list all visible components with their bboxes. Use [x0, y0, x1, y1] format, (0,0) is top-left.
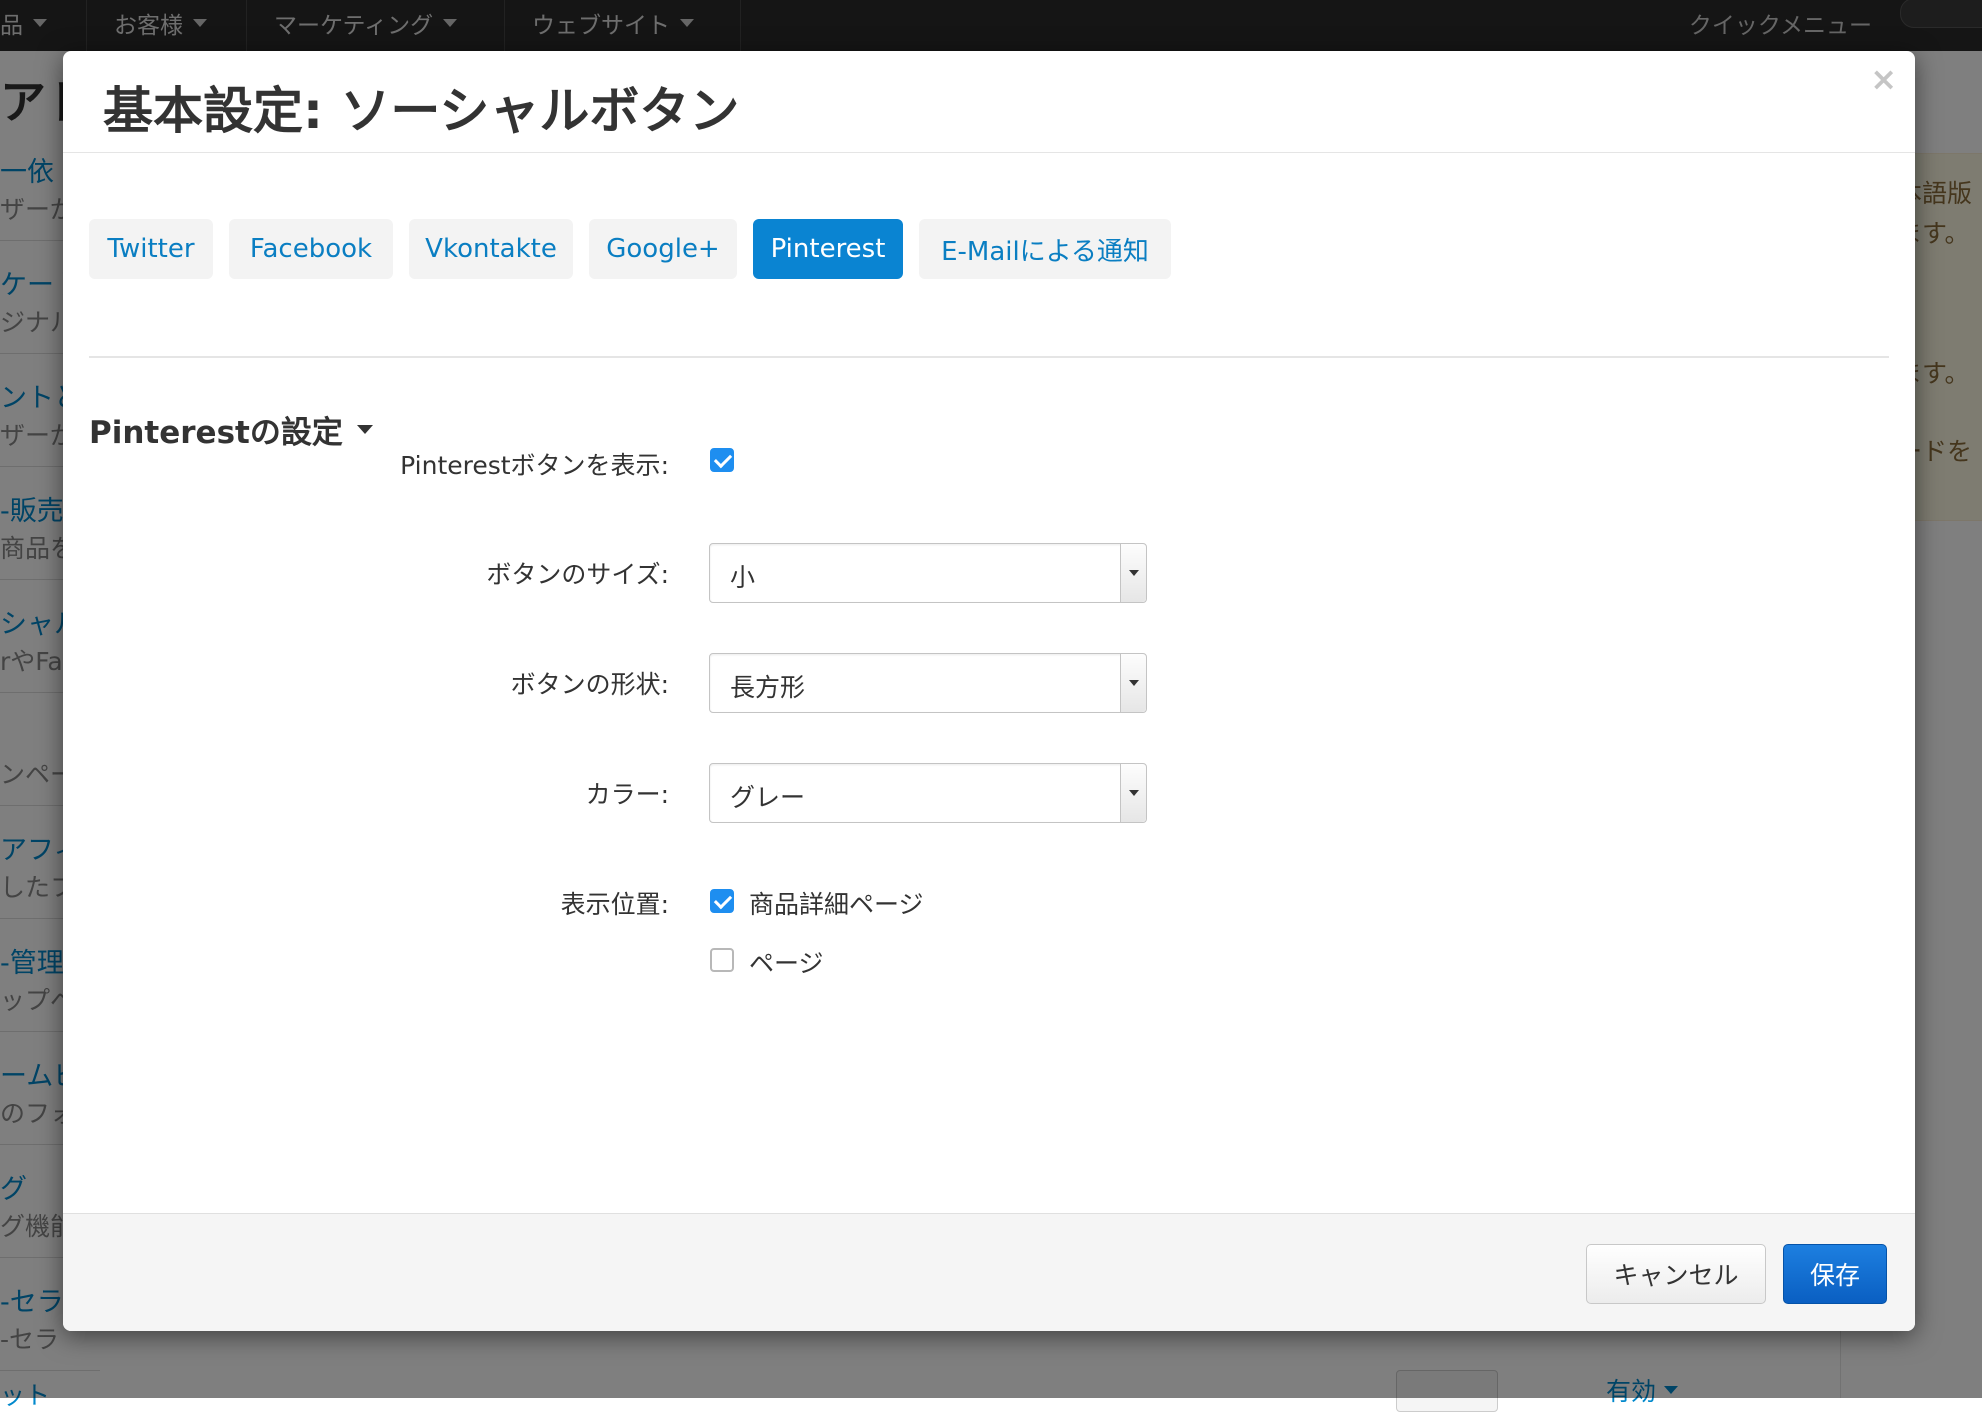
display-position-label: 表示位置: [560, 890, 669, 919]
tab-google-plus[interactable]: Google+ [589, 219, 737, 279]
section-title: Pinterestの設定 [89, 415, 343, 451]
tab-email-notification[interactable]: E-Mailによる通知 [919, 219, 1171, 279]
show-pinterest-button-label: Pinterestボタンを表示: [400, 451, 669, 480]
select-arrow-icon [1120, 544, 1146, 602]
modal-footer: キャンセル 保存 [63, 1213, 1915, 1331]
select-arrow-icon [1120, 654, 1146, 712]
button-size-label: ボタンのサイズ: [486, 560, 669, 589]
save-button[interactable]: 保存 [1783, 1244, 1887, 1304]
tab-vkontakte[interactable]: Vkontakte [409, 219, 573, 279]
show-pinterest-button-checkbox[interactable] [710, 448, 734, 472]
close-icon[interactable]: × [1870, 63, 1897, 95]
button-shape-select[interactable]: 長方形 [709, 653, 1147, 713]
cancel-button[interactable]: キャンセル [1586, 1244, 1766, 1304]
button-shape-value: 長方形 [730, 673, 806, 702]
modal-header: 基本設定: ソーシャルボタン × [63, 51, 1915, 153]
social-buttons-settings-dialog: 基本設定: ソーシャルボタン × Twitter Facebook Vkonta… [63, 51, 1915, 1331]
position-product-detail-checkbox[interactable] [710, 889, 734, 913]
select-arrow-icon [1120, 764, 1146, 822]
button-shape-label: ボタンの形状: [510, 670, 669, 699]
color-value: グレー [730, 783, 806, 812]
tab-pinterest[interactable]: Pinterest [753, 219, 903, 279]
button-size-value: 小 [730, 563, 756, 592]
position-page-checkbox[interactable] [710, 948, 734, 972]
tab-facebook[interactable]: Facebook [229, 219, 393, 279]
pinterest-settings-section-toggle[interactable]: Pinterestの設定 [89, 407, 373, 452]
color-select[interactable]: グレー [709, 763, 1147, 823]
tab-twitter[interactable]: Twitter [89, 219, 213, 279]
caret-down-icon [356, 425, 373, 434]
position-product-detail-label[interactable]: 商品詳細ページ [749, 885, 924, 921]
modal-title: 基本設定: ソーシャルボタン [103, 82, 740, 140]
position-page-label[interactable]: ページ [749, 944, 824, 980]
button-size-select[interactable]: 小 [709, 543, 1147, 603]
color-label: カラー: [585, 780, 669, 809]
social-network-tabs: Twitter Facebook Vkontakte Google+ Pinte… [89, 219, 1889, 358]
